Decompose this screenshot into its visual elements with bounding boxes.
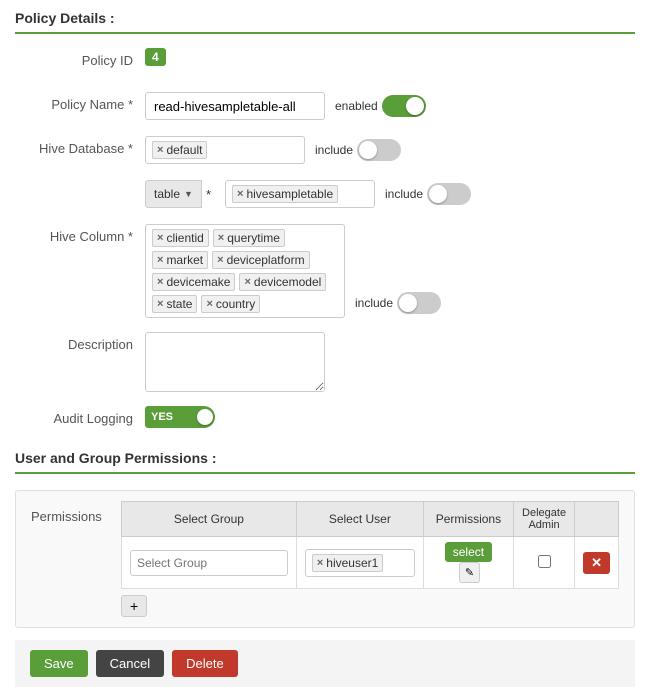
hive-table-tag-remove[interactable]: × <box>237 188 243 200</box>
dropdown-caret-icon: ▼ <box>184 189 193 199</box>
user-tag-hiveuser1: × hiveuser1 <box>312 554 383 572</box>
hive-table-include-toggle[interactable] <box>427 183 471 205</box>
select-user-cell: × hiveuser1 <box>296 537 423 589</box>
user-tag-remove[interactable]: × <box>317 557 323 569</box>
col-select-user: Select User <box>296 502 423 537</box>
delete-cell: ✕ <box>575 537 619 589</box>
delegate-admin-checkbox[interactable] <box>538 555 551 568</box>
delegate-admin-cell <box>514 537 575 589</box>
delete-button[interactable]: Delete <box>172 650 238 677</box>
hive-column-tag-state: × state <box>152 295 197 313</box>
table-dropdown: table ▼ * <box>145 180 215 208</box>
description-label: Description <box>15 332 145 352</box>
col-permissions: Permissions <box>423 502 513 537</box>
hive-table-row: table ▼ * × hivesampletable include <box>15 180 635 210</box>
hive-column-tag-devicemodel: × devicemodel <box>239 273 326 291</box>
select-group-cell <box>122 537 297 589</box>
hive-table-tag: × hivesampletable <box>232 185 338 203</box>
hive-column-tag-country: × country <box>201 295 260 313</box>
description-input[interactable] <box>145 332 325 392</box>
hive-table-wrap: table ▼ * × hivesampletable include <box>145 180 635 208</box>
hive-table-include-toggle-knob <box>429 185 447 203</box>
col-delegate-admin: DelegateAdmin <box>514 502 575 537</box>
table-dropdown-btn[interactable]: table ▼ <box>145 180 202 208</box>
audit-toggle[interactable] <box>179 406 215 428</box>
select-group-input[interactable] <box>130 550 288 576</box>
audit-logging-row: Audit Logging YES <box>15 406 635 436</box>
policy-id-wrap: 4 <box>145 48 635 66</box>
hive-db-include-toggle-knob <box>359 141 377 159</box>
hive-db-row: Hive Database * × default include <box>15 136 635 166</box>
hive-column-label: Hive Column * <box>15 224 145 244</box>
hive-db-tag: × default <box>152 141 207 159</box>
permissions-section: Permissions Select Group Select User Per… <box>15 490 635 628</box>
hive-column-wrap: × clientid × querytime × market × device… <box>145 224 635 318</box>
hive-db-include-toggle-wrap: include <box>315 139 401 161</box>
table-asterisk: * <box>202 187 215 202</box>
cancel-button[interactable]: Cancel <box>96 650 164 677</box>
select-permissions-button[interactable]: select <box>445 542 492 562</box>
hive-db-tag-remove[interactable]: × <box>157 144 163 156</box>
hive-column-tag-clientid: × clientid <box>152 229 209 247</box>
hive-column-tag-deviceplatform: × deviceplatform <box>212 251 309 269</box>
permissions-cell: select ✎ <box>423 537 513 589</box>
hive-column-include-toggle[interactable] <box>397 292 441 314</box>
description-row: Description <box>15 332 635 392</box>
hive-column-include-toggle-knob <box>399 294 417 312</box>
audit-toggle-knob <box>197 409 213 425</box>
policy-name-wrap: enabled <box>145 92 635 120</box>
enabled-toggle-wrap: enabled <box>335 95 426 117</box>
enabled-label: enabled <box>335 99 378 113</box>
policy-section-title: Policy Details : <box>15 10 635 34</box>
save-button[interactable]: Save <box>30 650 88 677</box>
edit-permissions-button[interactable]: ✎ <box>459 562 480 583</box>
action-buttons-bar: Save Cancel Delete <box>15 640 635 687</box>
permissions-section-title: User and Group Permissions : <box>15 450 635 474</box>
add-row-button[interactable]: + <box>121 595 147 617</box>
hive-column-tag-devicemake: × devicemake <box>152 273 235 291</box>
hive-column-tag-querytime: × querytime <box>213 229 285 247</box>
policy-name-label: Policy Name * <box>15 92 145 112</box>
hive-db-input-box[interactable]: × default <box>145 136 305 164</box>
policy-id-row: Policy ID 4 <box>15 48 635 78</box>
hive-db-label: Hive Database * <box>15 136 145 156</box>
hive-db-wrap: × default include <box>145 136 635 164</box>
audit-yes-label: YES <box>145 406 179 428</box>
col-actions <box>575 502 619 537</box>
page-container: Policy Details : Policy ID 4 Policy Name… <box>0 0 650 697</box>
hive-db-include-toggle[interactable] <box>357 139 401 161</box>
audit-toggle-wrap: YES <box>145 406 215 428</box>
permissions-table: Select Group Select User Permissions Del… <box>121 501 619 589</box>
audit-logging-wrap: YES <box>145 406 635 428</box>
policy-name-row: Policy Name * enabled <box>15 92 635 122</box>
enabled-toggle[interactable] <box>382 95 426 117</box>
hive-table-label <box>15 180 145 185</box>
policy-id-label: Policy ID <box>15 48 145 68</box>
hive-table-include-label: include <box>385 187 423 201</box>
hive-db-include-label: include <box>315 143 353 157</box>
permissions-label: Permissions <box>31 501 111 524</box>
hive-column-include-label: include <box>355 296 393 310</box>
audit-logging-label: Audit Logging <box>15 406 145 426</box>
delete-row-button[interactable]: ✕ <box>583 552 610 574</box>
hive-column-include-toggle-wrap: include <box>355 292 441 314</box>
select-user-input-box[interactable]: × hiveuser1 <box>305 549 415 577</box>
policy-name-input[interactable] <box>145 92 325 120</box>
hive-column-tag-market: × market <box>152 251 208 269</box>
hive-table-input-box[interactable]: × hivesampletable <box>225 180 375 208</box>
col-select-group: Select Group <box>122 502 297 537</box>
policy-id-badge: 4 <box>145 48 166 66</box>
hive-table-include-toggle-wrap: include <box>385 183 471 205</box>
hive-column-row: Hive Column * × clientid × querytime × m… <box>15 224 635 318</box>
table-row: × hiveuser1 select ✎ <box>122 537 619 589</box>
hive-column-input-box[interactable]: × clientid × querytime × market × device… <box>145 224 345 318</box>
enabled-toggle-knob <box>406 97 424 115</box>
description-wrap <box>145 332 635 392</box>
